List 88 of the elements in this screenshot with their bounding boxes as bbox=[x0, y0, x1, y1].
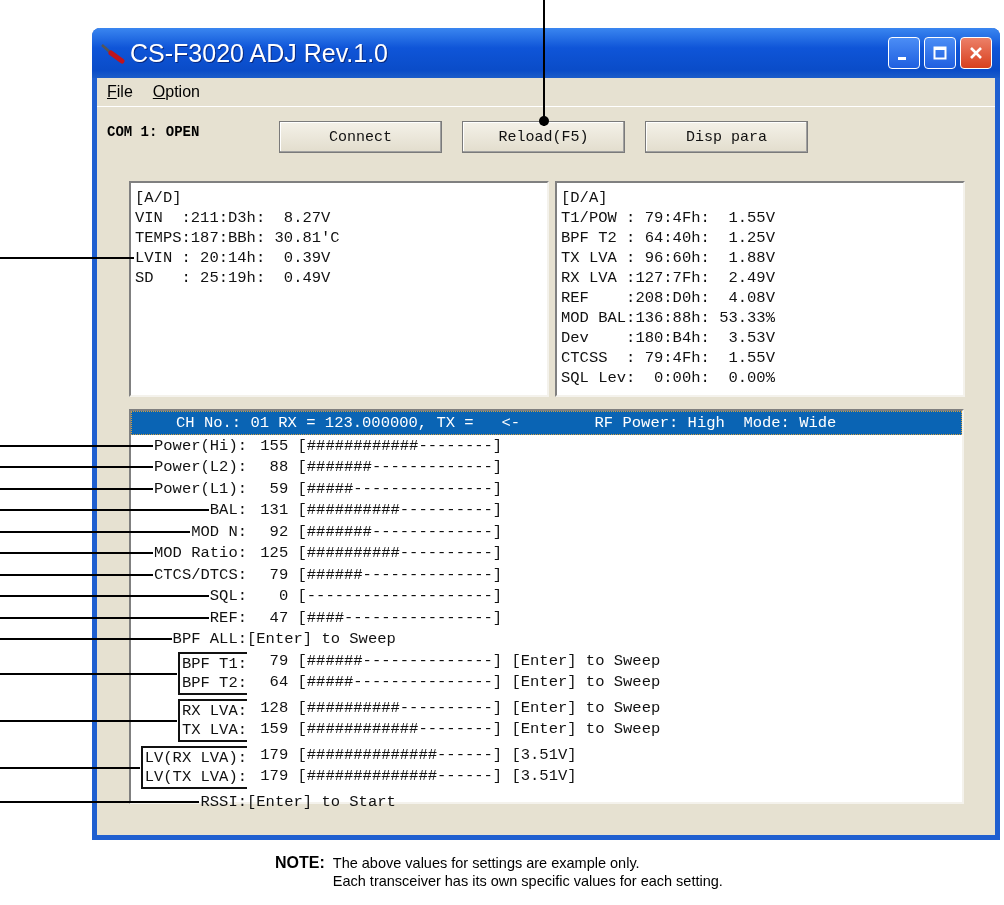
item-label: Power(L1): bbox=[154, 479, 247, 498]
minimize-icon bbox=[898, 56, 906, 60]
level-bar-text: [#######-------------] bbox=[297, 522, 503, 541]
item-hint: [Enter] to Sweep bbox=[511, 720, 661, 739]
toolbar-button[interactable]: Reload(F5) bbox=[462, 121, 625, 153]
note-label: NOTE: bbox=[275, 854, 325, 873]
minimize-button[interactable] bbox=[888, 37, 920, 69]
window-title: CS-F3020 ADJ Rev.1.0 bbox=[130, 38, 389, 68]
item-hint: [Enter] to Sweep bbox=[511, 651, 661, 670]
item-value: 79 bbox=[268, 651, 289, 670]
readout-line: BPF T2 : 64:40h: 1.25V bbox=[561, 229, 775, 247]
toolbar-button[interactable]: Connect bbox=[279, 121, 442, 153]
item-hint: [3.51V] bbox=[511, 745, 577, 764]
item-label: BAL: bbox=[209, 501, 247, 520]
item-label: BPF T2: bbox=[181, 673, 247, 693]
toolbar-button[interactable]: Disp para bbox=[645, 121, 808, 153]
level-bar-text: [--------------------] bbox=[297, 587, 503, 606]
note-text: Each transceiver has its own specific values for each setting. bbox=[332, 872, 723, 890]
level-bar-text: [######--------------] bbox=[297, 651, 503, 670]
item-value: 79 bbox=[268, 565, 289, 584]
item-hint: [Enter] to Start bbox=[247, 792, 396, 811]
level-bar-text: [####----------------] bbox=[297, 608, 503, 627]
screwdriver-icon bbox=[100, 42, 126, 64]
item-value: 0 bbox=[277, 587, 289, 606]
item-value: 64 bbox=[268, 673, 289, 692]
level-bar-text: [#######-------------] bbox=[297, 458, 503, 477]
item-hint: [Enter] to Sweep bbox=[247, 630, 396, 649]
level-bar-text: [############--------] bbox=[297, 436, 503, 455]
readout-line: SQL Lev: 0:00h: 0.00% bbox=[561, 369, 775, 387]
item-label: MOD N: bbox=[191, 522, 247, 541]
item-label: BPF T1: bbox=[181, 654, 247, 674]
item-label: TX LVA: bbox=[181, 720, 247, 740]
item-hint: [3.51V] bbox=[511, 767, 577, 786]
note-text: The above values for settings are example only. bbox=[332, 854, 641, 872]
item-label: RX LVA: bbox=[181, 701, 247, 721]
item-value: 125 bbox=[259, 544, 289, 563]
level-bar-text: [############--------] bbox=[297, 720, 503, 739]
item-label: Power(L2): bbox=[154, 458, 247, 477]
item-value: 92 bbox=[268, 522, 289, 541]
readout-line: VIN :211:D3h: 8.27V bbox=[135, 209, 331, 227]
readout-line: Dev :180:B4h: 3.53V bbox=[561, 329, 775, 347]
level-bar-text: [##############------] bbox=[297, 745, 503, 764]
level-bar-text: [#####---------------] bbox=[297, 673, 503, 692]
item-label: Power(Hi): bbox=[154, 436, 247, 455]
readout-line: LVIN : 20:14h: 0.39V bbox=[135, 249, 331, 267]
level-bar-text: [##########----------] bbox=[297, 544, 503, 563]
item-label: MOD Ratio: bbox=[154, 544, 247, 563]
panel-heading: [A/D] bbox=[135, 189, 182, 207]
level-bar-text: [##########----------] bbox=[297, 501, 503, 520]
close-button[interactable] bbox=[960, 37, 992, 69]
readout-line: TX LVA : 96:60h: 1.88V bbox=[561, 249, 775, 267]
port-status: COM 1: OPEN bbox=[107, 124, 201, 140]
item-label: SQL: bbox=[209, 587, 247, 606]
item-value: 88 bbox=[268, 458, 289, 477]
readout-line: RX LVA :127:7Fh: 2.49V bbox=[561, 269, 775, 287]
item-label: BPF ALL: bbox=[172, 630, 247, 649]
item-value: 155 bbox=[259, 436, 289, 455]
item-value: 179 bbox=[259, 767, 289, 786]
menu-item[interactable]: Option bbox=[152, 83, 200, 101]
readout-line: CTCSS : 79:4Fh: 1.55V bbox=[561, 349, 775, 367]
item-value: 159 bbox=[259, 720, 289, 739]
readout-line: MOD BAL:136:88h: 53.33% bbox=[561, 309, 775, 327]
item-label: CTCS/DTCS: bbox=[154, 565, 247, 584]
item-value: 179 bbox=[259, 745, 289, 764]
maximize-icon bbox=[933, 46, 947, 60]
close-icon bbox=[969, 46, 983, 60]
item-hint: [Enter] to Sweep bbox=[511, 673, 661, 692]
maximize-button[interactable] bbox=[924, 37, 956, 69]
readout-line: SD : 25:19h: 0.49V bbox=[135, 269, 331, 287]
level-bar-text: [##############------] bbox=[297, 767, 503, 786]
panel-heading: [D/A] bbox=[561, 189, 608, 207]
item-value: 131 bbox=[259, 501, 289, 520]
readout-line: REF :208:D0h: 4.08V bbox=[561, 289, 775, 307]
item-label: REF: bbox=[209, 608, 247, 627]
item-value: 47 bbox=[268, 608, 289, 627]
item-label: RSSI: bbox=[200, 792, 247, 811]
channel-header-row[interactable]: CH No.: 01 RX = 123.000000, TX = <- RF Power: High Mode: Wide bbox=[131, 411, 962, 435]
readout-line: T1/POW : 79:4Fh: 1.55V bbox=[561, 209, 775, 227]
level-bar-text: [#####---------------] bbox=[297, 479, 503, 498]
item-value: 59 bbox=[268, 479, 289, 498]
item-label: LV(TX LVA): bbox=[144, 767, 247, 787]
readout-line: TEMPS:187:BBh: 30.81'C bbox=[135, 229, 340, 247]
item-value: 128 bbox=[259, 698, 289, 717]
menu-item[interactable]: File bbox=[107, 83, 133, 101]
item-label: LV(RX LVA): bbox=[144, 748, 247, 768]
level-bar-text: [##########----------] bbox=[297, 698, 503, 717]
level-bar-text: [######--------------] bbox=[297, 565, 503, 584]
item-hint: [Enter] to Sweep bbox=[511, 698, 661, 717]
